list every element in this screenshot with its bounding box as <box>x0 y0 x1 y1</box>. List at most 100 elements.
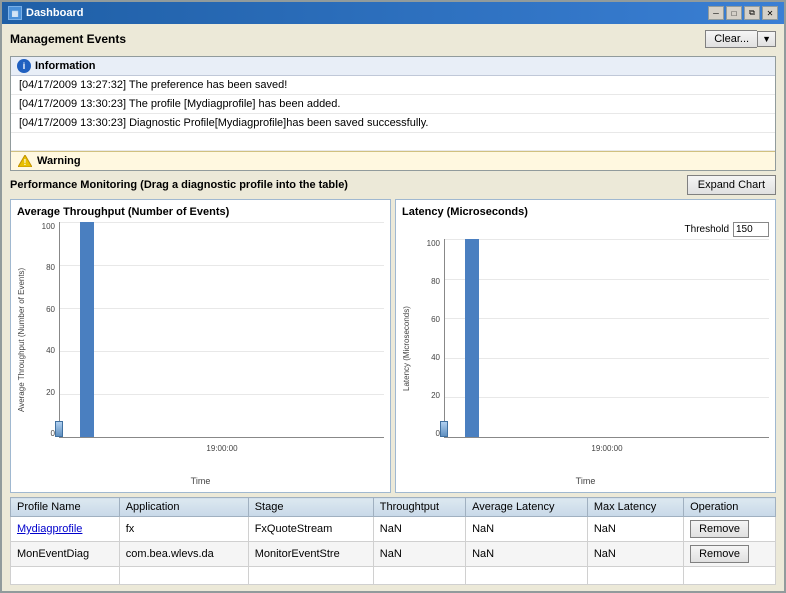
chart-throughput-ylabel: Average Throughput (Number of Events) <box>17 222 31 458</box>
event-row: [04/17/2009 13:30:23] The profile [Mydia… <box>11 95 775 114</box>
window-title: Dashboard <box>26 7 83 19</box>
ytick-80: 80 <box>46 263 55 272</box>
cell-max-lat-2: NaN <box>587 542 683 567</box>
empty-cell <box>587 567 683 585</box>
ytick-40: 40 <box>46 346 55 355</box>
ytick-40-lat: 40 <box>431 353 440 362</box>
empty-cell <box>119 567 248 585</box>
maximize-button[interactable]: ⧉ <box>744 6 760 20</box>
cell-throughput-2: NaN <box>373 542 465 567</box>
chart-throughput-panel: Average Throughput (Number of Events) Av… <box>10 199 391 493</box>
col-header-stage: Stage <box>248 498 373 517</box>
table-header-row: Profile Name Application Stage Throughtp… <box>11 498 776 517</box>
gridline <box>445 239 769 240</box>
warning-header: ! Warning <box>11 151 775 170</box>
warning-icon-wrap: ! <box>17 154 33 168</box>
chart-throughput-area: Average Throughput (Number of Events) 10… <box>17 222 384 458</box>
threshold-input[interactable] <box>733 222 769 237</box>
chart-latency-slider-handle[interactable] <box>440 421 448 437</box>
perf-header: Performance Monitoring (Drag a diagnosti… <box>10 175 776 195</box>
chart-bar <box>80 222 94 437</box>
col-header-throughput: Throughtput <box>373 498 465 517</box>
svg-text:!: ! <box>24 158 27 167</box>
events-panel: i Information [04/17/2009 13:27:32] The … <box>10 56 776 171</box>
event-row: [04/17/2009 13:27:32] The preference has… <box>11 76 775 95</box>
gridline <box>60 394 384 395</box>
gridline <box>445 397 769 398</box>
chart-throughput-xlabel: Time <box>17 476 384 486</box>
management-events-title: Management Events <box>10 32 126 46</box>
empty-cell <box>11 567 120 585</box>
table-row: MonEventDiag com.bea.wlevs.da MonitorEve… <box>11 542 776 567</box>
cell-op-1: Remove <box>684 517 776 542</box>
warning-icon: ! <box>18 155 32 167</box>
main-content: Management Events Clear... ▼ i Informati… <box>2 24 784 591</box>
chart-latency-area: Latency (Microseconds) 100 80 60 40 20 0 <box>402 239 769 458</box>
empty-cell <box>248 567 373 585</box>
window-icon: ▦ <box>8 6 22 20</box>
chart-latency-title: Latency (Microseconds) <box>402 206 769 218</box>
table-row: Mydiagprofile fx FxQuoteStream NaN NaN N… <box>11 517 776 542</box>
ytick-60: 60 <box>46 305 55 314</box>
chart-bar-lat <box>465 239 479 437</box>
profile-table-section: Profile Name Application Stage Throughtp… <box>10 497 776 585</box>
restore-button[interactable]: □ <box>726 6 742 20</box>
gridline <box>445 318 769 319</box>
cell-stage-2: MonitorEventStre <box>248 542 373 567</box>
title-bar-controls: ─ □ ⧉ ✕ <box>708 6 778 20</box>
col-header-profile: Profile Name <box>11 498 120 517</box>
ytick-80-lat: 80 <box>431 277 440 286</box>
cell-max-lat-1: NaN <box>587 517 683 542</box>
gridline <box>445 358 769 359</box>
profile-link-1[interactable]: Mydiagprofile <box>17 523 82 535</box>
remove-button-2[interactable]: Remove <box>690 545 749 563</box>
clear-button-group: Clear... ▼ <box>705 30 776 48</box>
cell-avg-lat-1: NaN <box>466 517 588 542</box>
chart-throughput-title: Average Throughput (Number of Events) <box>17 206 384 218</box>
management-events-header: Management Events Clear... ▼ <box>10 30 776 48</box>
cell-op-2: Remove <box>684 542 776 567</box>
ytick-20: 20 <box>46 388 55 397</box>
gridline <box>60 265 384 266</box>
main-window: ▦ Dashboard ─ □ ⧉ ✕ Management Events Cl… <box>0 0 786 593</box>
empty-cell <box>684 567 776 585</box>
cell-avg-lat-2: NaN <box>466 542 588 567</box>
chart-latency-panel: Latency (Microseconds) Threshold Latency… <box>395 199 776 493</box>
threshold-row: Threshold <box>402 222 769 237</box>
ytick-100: 100 <box>42 222 55 231</box>
clear-button[interactable]: Clear... <box>705 30 757 48</box>
perf-title: Performance Monitoring (Drag a diagnosti… <box>10 179 348 191</box>
cell-throughput-1: NaN <box>373 517 465 542</box>
clear-dropdown-arrow[interactable]: ▼ <box>757 31 776 47</box>
info-label: Information <box>35 60 96 72</box>
chart-latency-time-tick: 19:00:00 <box>591 444 622 453</box>
gridline <box>445 279 769 280</box>
empty-event-row <box>11 133 775 151</box>
remove-button-1[interactable]: Remove <box>690 520 749 538</box>
cell-app-1: fx <box>119 517 248 542</box>
col-header-max-latency: Max Latency <box>587 498 683 517</box>
cell-stage-1: FxQuoteStream <box>248 517 373 542</box>
cell-profile-1: Mydiagprofile <box>11 517 120 542</box>
chart-latency-xlabel: Time <box>402 476 769 486</box>
ytick-100-lat: 100 <box>427 239 440 248</box>
col-header-application: Application <box>119 498 248 517</box>
minimize-button[interactable]: ─ <box>708 6 724 20</box>
event-row: [04/17/2009 13:30:23] Diagnostic Profile… <box>11 114 775 133</box>
chart-latency-ylabel: Latency (Microseconds) <box>402 239 416 458</box>
close-button[interactable]: ✕ <box>762 6 778 20</box>
gridline <box>60 351 384 352</box>
profile-table: Profile Name Application Stage Throughtp… <box>10 497 776 585</box>
table-empty-row <box>11 567 776 585</box>
expand-chart-button[interactable]: Expand Chart <box>687 175 776 195</box>
empty-cell <box>373 567 465 585</box>
warning-label: Warning <box>37 155 81 167</box>
title-bar: ▦ Dashboard ─ □ ⧉ ✕ <box>2 2 784 24</box>
ytick-60-lat: 60 <box>431 315 440 324</box>
title-bar-left: ▦ Dashboard <box>8 6 83 20</box>
info-header: i Information <box>11 57 775 76</box>
info-icon: i <box>17 59 31 73</box>
chart-slider-handle[interactable] <box>55 421 63 437</box>
gridline <box>60 222 384 223</box>
charts-row: Average Throughput (Number of Events) Av… <box>10 199 776 493</box>
